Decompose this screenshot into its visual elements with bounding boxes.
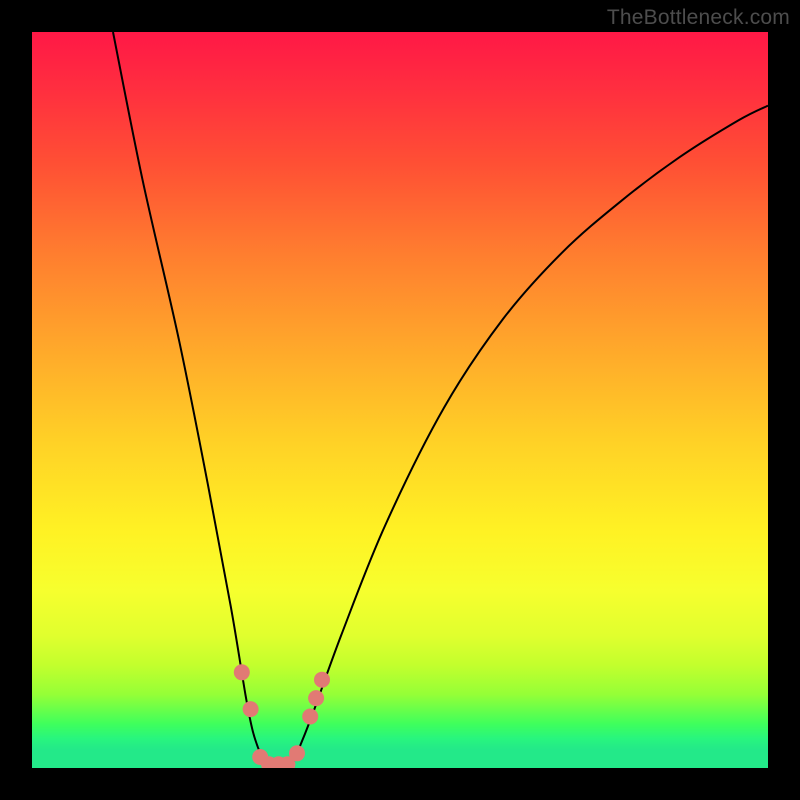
curve-marker (308, 690, 324, 706)
curve-marker (234, 664, 250, 680)
chart-plot-area (32, 32, 768, 768)
curve-marker (314, 672, 330, 688)
chart-svg (32, 32, 768, 768)
curve-path (113, 32, 768, 768)
curve-marker (243, 701, 259, 717)
curve-markers (234, 664, 330, 768)
chart-frame: TheBottleneck.com (0, 0, 800, 800)
watermark-text: TheBottleneck.com (607, 6, 790, 30)
curve-marker (289, 745, 305, 761)
curve-marker (302, 709, 318, 725)
